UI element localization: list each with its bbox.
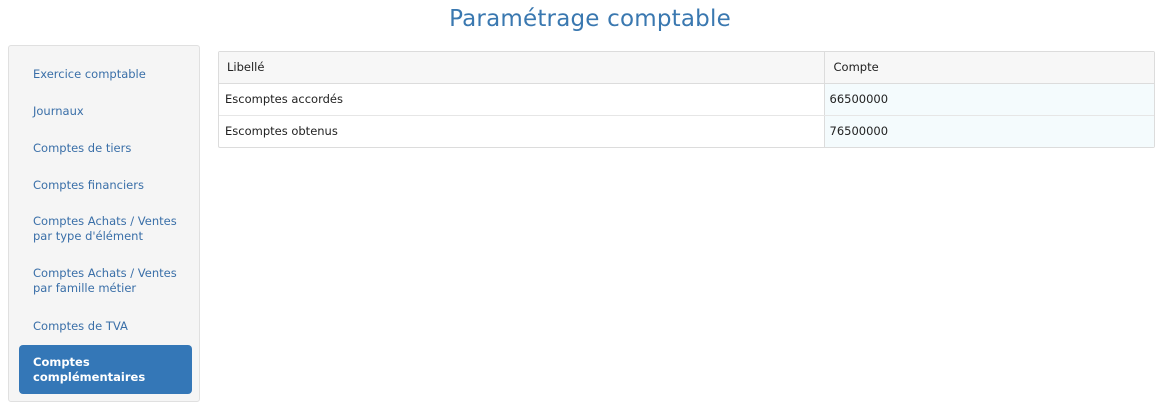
column-header-libelle[interactable]: Libellé (219, 52, 824, 84)
sidebar-item-comptes-de-tva[interactable]: Comptes de TVA (19, 316, 192, 336)
table-row[interactable]: Escomptes accordés 66500000 (219, 83, 1154, 116)
cell-libelle: Escomptes accordés (219, 83, 824, 116)
sidebar-item-comptes-de-tiers[interactable]: Comptes de tiers (19, 138, 192, 158)
cell-compte[interactable]: 66500000 (823, 83, 1154, 116)
sidebar-item-comptes-achats-ventes-famille[interactable]: Comptes Achats / Ventes par famille méti… (19, 264, 192, 298)
sidebar-item-comptes-financiers[interactable]: Comptes financiers (19, 175, 192, 195)
accounts-table-container: Libellé Compte Escomptes accordés 665000… (218, 51, 1155, 148)
page-title: Paramétrage comptable (449, 6, 731, 32)
sidebar-item-journaux[interactable]: Journaux (19, 101, 192, 121)
sidebar-item-comptes-complementaires[interactable]: Comptes complémentaires (19, 345, 192, 394)
sidebar-item-comptes-achats-ventes-type[interactable]: Comptes Achats / Ventes par type d'éléme… (19, 212, 192, 246)
sidebar-nav: Exercice comptable Journaux Comptes de t… (8, 45, 200, 402)
cell-compte[interactable]: 76500000 (823, 115, 1154, 147)
cell-libelle: Escomptes obtenus (225, 124, 338, 139)
sidebar-item-exercice-comptable[interactable]: Exercice comptable (19, 64, 192, 84)
column-header-compte[interactable]: Compte (823, 52, 1154, 84)
table-row[interactable]: Escomptes obtenus 76500000 (219, 115, 1154, 147)
table-header-row: Libellé Compte (219, 52, 1154, 84)
accounts-table: Libellé Compte Escomptes accordés 665000… (219, 52, 1154, 147)
